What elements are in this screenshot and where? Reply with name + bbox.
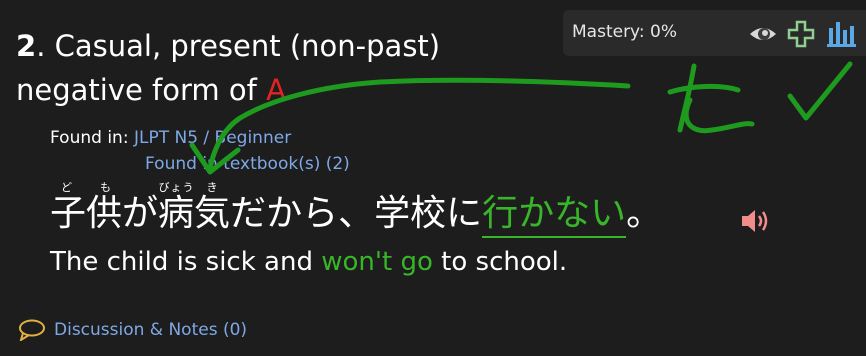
sentence-end: 。 [626,193,663,234]
english-before: The child is sick and [50,247,322,277]
sentence-middle: だから、学校に [230,193,483,234]
speaker-icon[interactable] [740,207,770,235]
english-after: to school. [432,247,568,277]
question-number: 2 [16,29,37,63]
ruby-ki: 気き [194,181,231,234]
english-translation: The child is sick and won't go to school… [50,247,567,277]
japanese-sentence: 子供どもが病びょう気きだから、学校に行かない。 [50,178,662,250]
plus-icon[interactable] [787,20,815,48]
jlpt-level-link[interactable]: JLPT N5 / Beginner [134,128,291,148]
mastery-label: Mastery: 0% [572,22,677,42]
english-highlight: won't go [321,247,433,277]
eye-icon[interactable] [748,23,778,45]
answer-text: 行かない [482,193,627,238]
found-in-label: Found in: [50,128,134,148]
discussion-link[interactable]: Discussion & Notes (0) [18,319,247,341]
mastery-toolbar: Mastery: 0% [563,10,866,56]
ruby-byou: 病びょう [158,181,195,234]
particle-ga: が [122,193,159,234]
question-target: A [266,73,286,107]
discussion-label[interactable]: Discussion & Notes (0) [54,320,247,340]
ruby-kodomo: 子供ども [50,181,123,234]
textbook-link[interactable]: Found in textbook(s) (2) [145,151,350,177]
question-title: 2. Casual, present (non-past) negative f… [16,24,536,112]
found-in: Found in: JLPT N5 / Beginner Found in te… [50,125,350,177]
speech-bubble-icon [19,319,45,341]
bar-chart-icon[interactable] [827,20,857,48]
question-text: . Casual, present (non-past) negative fo… [16,29,441,107]
